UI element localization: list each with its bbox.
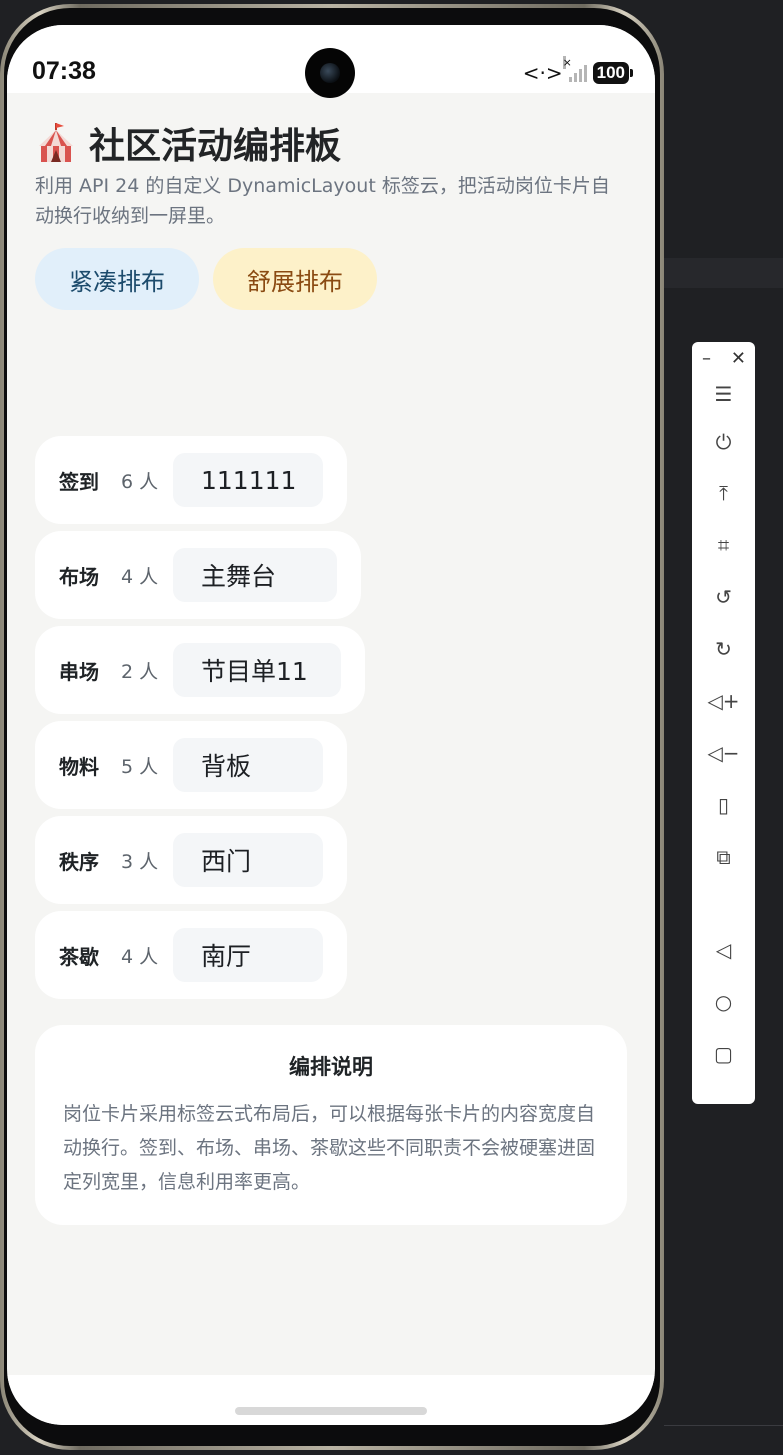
card-role: 秩序 bbox=[59, 849, 99, 874]
card-value-input[interactable]: 背板 bbox=[173, 738, 323, 792]
compact-layout-button[interactable]: 紧凑排布 bbox=[35, 248, 199, 310]
card-value-input[interactable]: 节目单11 bbox=[173, 643, 341, 697]
rotate-right-icon[interactable]: ↻ bbox=[692, 637, 755, 661]
card-count: 5 人 bbox=[121, 755, 159, 778]
pin-top-icon[interactable]: ⤒ bbox=[692, 481, 755, 505]
multi-device-icon[interactable]: ⧉ bbox=[692, 845, 755, 869]
card-role: 签到 bbox=[59, 469, 99, 494]
phone-screen: 07:38 <·> × 100 社区活动编排板 利用 API 24 的自定义 D… bbox=[7, 25, 655, 1425]
close-icon[interactable]: ✕ bbox=[731, 348, 746, 369]
note-title: 编排说明 bbox=[289, 1055, 373, 1079]
recents-icon[interactable]: ▢ bbox=[692, 1042, 755, 1066]
page-title: 社区活动编排板 bbox=[89, 126, 342, 167]
card-role: 串场 bbox=[59, 659, 99, 684]
circus-tent-icon bbox=[39, 123, 73, 162]
page-subtitle: 利用 API 24 的自定义 DynamicLayout 标签云，把活动岗位卡片… bbox=[35, 175, 610, 227]
rotate-left-icon[interactable]: ↺ bbox=[692, 585, 755, 609]
emulator-toolbar: – ✕ ☰ ⏻ ⤒ ⌗ ↺ ↻ ◁+ ◁− ▯ ⧉ ◁ ○ ▢ bbox=[692, 342, 755, 1104]
card-role: 茶歇 bbox=[59, 944, 99, 969]
navigation-bar bbox=[7, 1375, 655, 1425]
role-card: 布场 4 人 主舞台 bbox=[35, 531, 361, 619]
title-row: 社区活动编排板 bbox=[37, 117, 341, 169]
card-value-input[interactable]: 南厅 bbox=[173, 928, 323, 982]
note-body: 岗位卡片采用标签云式布局后，可以根据每张卡片的内容宽度自动换行。签到、布场、串场… bbox=[63, 1103, 596, 1193]
status-bar: 07:38 <·> × 100 bbox=[7, 25, 655, 98]
role-card: 签到 6 人 111111 bbox=[35, 436, 347, 524]
shake-icon[interactable]: ▯ bbox=[692, 793, 755, 817]
data-arrows-icon: <·> bbox=[522, 61, 563, 85]
card-role: 物料 bbox=[59, 754, 99, 779]
volume-up-icon[interactable]: ◁+ bbox=[692, 689, 755, 713]
power-icon[interactable]: ⏻ bbox=[692, 430, 755, 454]
card-count: 4 人 bbox=[121, 945, 159, 968]
front-camera bbox=[305, 48, 355, 98]
card-count: 4 人 bbox=[121, 565, 159, 588]
role-card: 茶歇 4 人 南厅 bbox=[35, 911, 347, 999]
card-count: 2 人 bbox=[121, 660, 159, 683]
role-card: 秩序 3 人 西门 bbox=[35, 816, 347, 904]
layout-note-card: 编排说明 岗位卡片采用标签云式布局后，可以根据每张卡片的内容宽度自动换行。签到、… bbox=[35, 1025, 627, 1225]
desktop-divider bbox=[664, 1425, 783, 1426]
status-time: 07:38 bbox=[32, 57, 96, 85]
card-count: 3 人 bbox=[121, 850, 159, 873]
crop-icon[interactable]: ⌗ bbox=[692, 533, 755, 557]
volume-down-icon[interactable]: ◁− bbox=[692, 741, 755, 765]
minimize-icon[interactable]: – bbox=[702, 348, 711, 369]
card-role: 布场 bbox=[59, 564, 99, 589]
home-indicator[interactable] bbox=[235, 1407, 427, 1415]
home-icon[interactable]: ○ bbox=[692, 990, 755, 1014]
battery-icon: 100 bbox=[592, 62, 634, 84]
card-value-input[interactable]: 西门 bbox=[173, 833, 323, 887]
back-icon[interactable]: ◁ bbox=[692, 938, 755, 962]
card-value-input[interactable]: 主舞台 bbox=[173, 548, 337, 602]
card-value-input[interactable]: 111111 bbox=[173, 453, 323, 507]
menu-icon[interactable]: ☰ bbox=[692, 382, 755, 406]
spacious-layout-button[interactable]: 舒展排布 bbox=[213, 248, 377, 310]
role-card: 物料 5 人 背板 bbox=[35, 721, 347, 809]
desktop-divider bbox=[664, 258, 783, 288]
role-card: 串场 2 人 节目单11 bbox=[35, 626, 365, 714]
signal-icon: × bbox=[562, 56, 587, 82]
status-icons: <·> × 100 bbox=[522, 56, 634, 85]
card-count: 6 人 bbox=[121, 470, 159, 493]
toolbar-window-controls: – ✕ bbox=[692, 348, 755, 372]
